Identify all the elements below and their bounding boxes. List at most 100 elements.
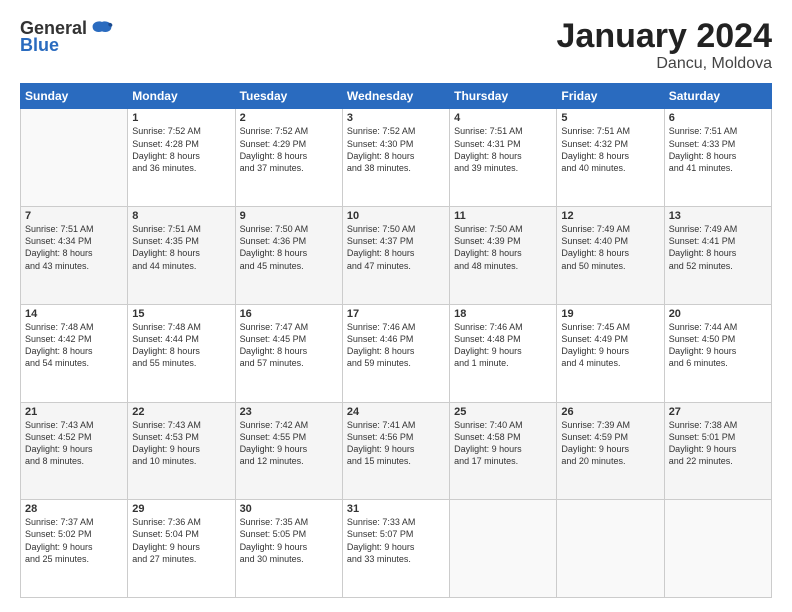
day-info: Sunrise: 7:51 AM Sunset: 4:35 PM Dayligh… [132, 223, 230, 272]
day-number: 3 [347, 112, 445, 124]
day-number: 14 [25, 308, 123, 320]
logo-blue: Blue [20, 35, 59, 56]
day-info: Sunrise: 7:51 AM Sunset: 4:34 PM Dayligh… [25, 223, 123, 272]
day-info: Sunrise: 7:50 AM Sunset: 4:37 PM Dayligh… [347, 223, 445, 272]
day-info: Sunrise: 7:50 AM Sunset: 4:39 PM Dayligh… [454, 223, 552, 272]
day-number: 28 [25, 503, 123, 515]
day-number: 25 [454, 406, 552, 418]
day-info: Sunrise: 7:48 AM Sunset: 4:42 PM Dayligh… [25, 321, 123, 370]
day-number: 30 [240, 503, 338, 515]
day-info: Sunrise: 7:52 AM Sunset: 4:29 PM Dayligh… [240, 125, 338, 174]
day-info: Sunrise: 7:35 AM Sunset: 5:05 PM Dayligh… [240, 516, 338, 565]
col-monday: Monday [128, 84, 235, 109]
calendar-cell: 24Sunrise: 7:41 AM Sunset: 4:56 PM Dayli… [342, 402, 449, 500]
calendar-cell: 22Sunrise: 7:43 AM Sunset: 4:53 PM Dayli… [128, 402, 235, 500]
calendar-cell: 20Sunrise: 7:44 AM Sunset: 4:50 PM Dayli… [664, 304, 771, 402]
calendar-cell: 17Sunrise: 7:46 AM Sunset: 4:46 PM Dayli… [342, 304, 449, 402]
calendar-cell: 1Sunrise: 7:52 AM Sunset: 4:28 PM Daylig… [128, 109, 235, 207]
col-tuesday: Tuesday [235, 84, 342, 109]
day-info: Sunrise: 7:51 AM Sunset: 4:33 PM Dayligh… [669, 125, 767, 174]
calendar-cell: 19Sunrise: 7:45 AM Sunset: 4:49 PM Dayli… [557, 304, 664, 402]
day-number: 21 [25, 406, 123, 418]
calendar-cell [557, 500, 664, 598]
calendar-cell: 9Sunrise: 7:50 AM Sunset: 4:36 PM Daylig… [235, 207, 342, 305]
calendar-week-row: 1Sunrise: 7:52 AM Sunset: 4:28 PM Daylig… [21, 109, 772, 207]
calendar-cell: 18Sunrise: 7:46 AM Sunset: 4:48 PM Dayli… [450, 304, 557, 402]
calendar-week-row: 21Sunrise: 7:43 AM Sunset: 4:52 PM Dayli… [21, 402, 772, 500]
col-saturday: Saturday [664, 84, 771, 109]
calendar-cell: 28Sunrise: 7:37 AM Sunset: 5:02 PM Dayli… [21, 500, 128, 598]
day-number: 20 [669, 308, 767, 320]
calendar-cell: 8Sunrise: 7:51 AM Sunset: 4:35 PM Daylig… [128, 207, 235, 305]
day-number: 6 [669, 112, 767, 124]
calendar-cell: 26Sunrise: 7:39 AM Sunset: 4:59 PM Dayli… [557, 402, 664, 500]
month-title: January 2024 [557, 18, 773, 55]
calendar-cell: 7Sunrise: 7:51 AM Sunset: 4:34 PM Daylig… [21, 207, 128, 305]
day-number: 13 [669, 210, 767, 222]
logo-bird-icon [91, 20, 113, 38]
page: General Blue January 2024 Dancu, Moldova… [0, 0, 792, 612]
day-number: 23 [240, 406, 338, 418]
day-number: 27 [669, 406, 767, 418]
day-info: Sunrise: 7:47 AM Sunset: 4:45 PM Dayligh… [240, 321, 338, 370]
col-wednesday: Wednesday [342, 84, 449, 109]
calendar-cell: 23Sunrise: 7:42 AM Sunset: 4:55 PM Dayli… [235, 402, 342, 500]
calendar-week-row: 7Sunrise: 7:51 AM Sunset: 4:34 PM Daylig… [21, 207, 772, 305]
day-info: Sunrise: 7:49 AM Sunset: 4:40 PM Dayligh… [561, 223, 659, 272]
calendar-cell: 15Sunrise: 7:48 AM Sunset: 4:44 PM Dayli… [128, 304, 235, 402]
day-info: Sunrise: 7:43 AM Sunset: 4:53 PM Dayligh… [132, 419, 230, 468]
location: Dancu, Moldova [557, 55, 773, 73]
day-number: 9 [240, 210, 338, 222]
day-number: 8 [132, 210, 230, 222]
day-info: Sunrise: 7:37 AM Sunset: 5:02 PM Dayligh… [25, 516, 123, 565]
day-info: Sunrise: 7:51 AM Sunset: 4:31 PM Dayligh… [454, 125, 552, 174]
day-number: 12 [561, 210, 659, 222]
day-info: Sunrise: 7:49 AM Sunset: 4:41 PM Dayligh… [669, 223, 767, 272]
day-number: 18 [454, 308, 552, 320]
day-number: 4 [454, 112, 552, 124]
calendar-cell: 4Sunrise: 7:51 AM Sunset: 4:31 PM Daylig… [450, 109, 557, 207]
day-number: 5 [561, 112, 659, 124]
col-sunday: Sunday [21, 84, 128, 109]
calendar-cell: 3Sunrise: 7:52 AM Sunset: 4:30 PM Daylig… [342, 109, 449, 207]
day-info: Sunrise: 7:40 AM Sunset: 4:58 PM Dayligh… [454, 419, 552, 468]
day-number: 24 [347, 406, 445, 418]
day-info: Sunrise: 7:42 AM Sunset: 4:55 PM Dayligh… [240, 419, 338, 468]
day-number: 16 [240, 308, 338, 320]
calendar-table: Sunday Monday Tuesday Wednesday Thursday… [20, 83, 772, 598]
day-number: 2 [240, 112, 338, 124]
day-info: Sunrise: 7:52 AM Sunset: 4:28 PM Dayligh… [132, 125, 230, 174]
day-info: Sunrise: 7:52 AM Sunset: 4:30 PM Dayligh… [347, 125, 445, 174]
calendar-cell: 27Sunrise: 7:38 AM Sunset: 5:01 PM Dayli… [664, 402, 771, 500]
col-thursday: Thursday [450, 84, 557, 109]
calendar-cell: 11Sunrise: 7:50 AM Sunset: 4:39 PM Dayli… [450, 207, 557, 305]
col-friday: Friday [557, 84, 664, 109]
calendar-cell: 21Sunrise: 7:43 AM Sunset: 4:52 PM Dayli… [21, 402, 128, 500]
calendar-week-row: 14Sunrise: 7:48 AM Sunset: 4:42 PM Dayli… [21, 304, 772, 402]
title-section: January 2024 Dancu, Moldova [557, 18, 773, 73]
day-info: Sunrise: 7:36 AM Sunset: 5:04 PM Dayligh… [132, 516, 230, 565]
calendar-cell: 5Sunrise: 7:51 AM Sunset: 4:32 PM Daylig… [557, 109, 664, 207]
day-info: Sunrise: 7:46 AM Sunset: 4:46 PM Dayligh… [347, 321, 445, 370]
day-info: Sunrise: 7:48 AM Sunset: 4:44 PM Dayligh… [132, 321, 230, 370]
day-number: 31 [347, 503, 445, 515]
calendar-cell: 13Sunrise: 7:49 AM Sunset: 4:41 PM Dayli… [664, 207, 771, 305]
day-number: 7 [25, 210, 123, 222]
day-info: Sunrise: 7:45 AM Sunset: 4:49 PM Dayligh… [561, 321, 659, 370]
day-info: Sunrise: 7:51 AM Sunset: 4:32 PM Dayligh… [561, 125, 659, 174]
calendar-cell: 10Sunrise: 7:50 AM Sunset: 4:37 PM Dayli… [342, 207, 449, 305]
day-info: Sunrise: 7:33 AM Sunset: 5:07 PM Dayligh… [347, 516, 445, 565]
day-info: Sunrise: 7:44 AM Sunset: 4:50 PM Dayligh… [669, 321, 767, 370]
day-number: 19 [561, 308, 659, 320]
calendar-cell: 6Sunrise: 7:51 AM Sunset: 4:33 PM Daylig… [664, 109, 771, 207]
calendar-cell [664, 500, 771, 598]
day-info: Sunrise: 7:43 AM Sunset: 4:52 PM Dayligh… [25, 419, 123, 468]
calendar-cell: 14Sunrise: 7:48 AM Sunset: 4:42 PM Dayli… [21, 304, 128, 402]
day-info: Sunrise: 7:39 AM Sunset: 4:59 PM Dayligh… [561, 419, 659, 468]
day-number: 10 [347, 210, 445, 222]
day-number: 29 [132, 503, 230, 515]
day-info: Sunrise: 7:38 AM Sunset: 5:01 PM Dayligh… [669, 419, 767, 468]
calendar-week-row: 28Sunrise: 7:37 AM Sunset: 5:02 PM Dayli… [21, 500, 772, 598]
calendar-cell: 31Sunrise: 7:33 AM Sunset: 5:07 PM Dayli… [342, 500, 449, 598]
day-number: 15 [132, 308, 230, 320]
